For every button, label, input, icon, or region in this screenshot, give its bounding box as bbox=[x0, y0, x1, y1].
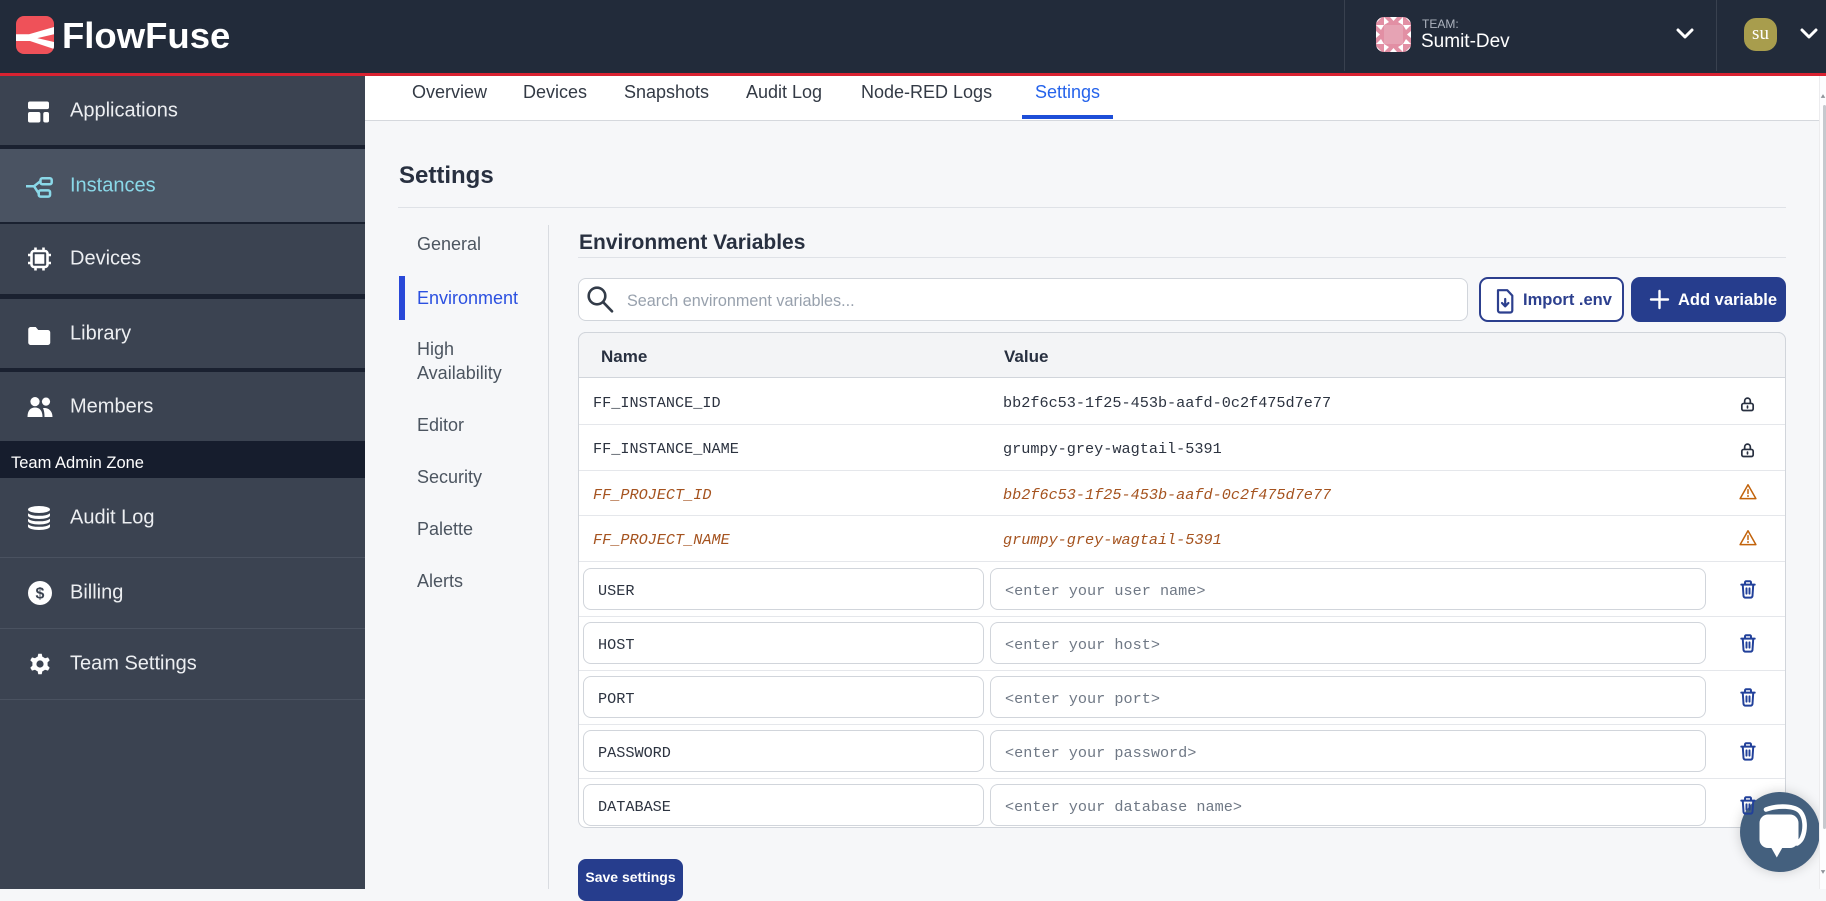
svg-text:$: $ bbox=[36, 586, 45, 603]
